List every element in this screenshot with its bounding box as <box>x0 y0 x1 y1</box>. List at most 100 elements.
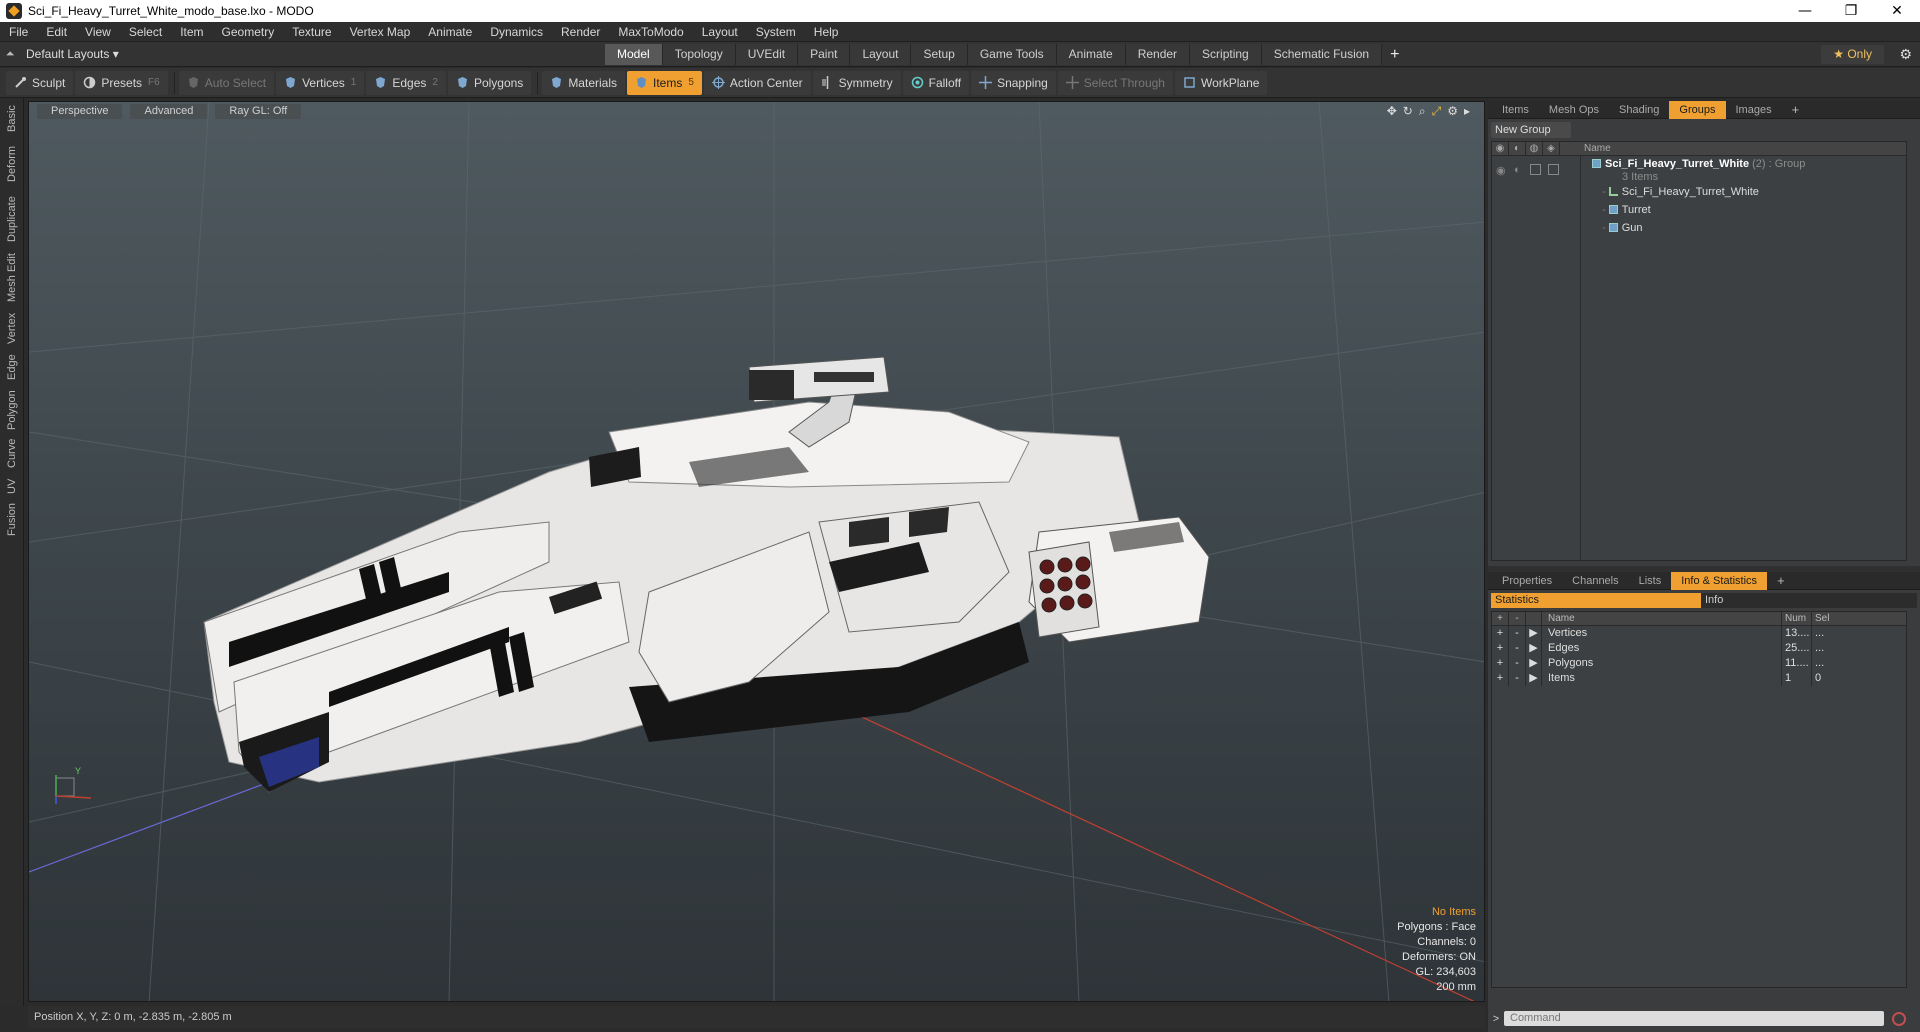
tab-uvedit[interactable]: UVEdit <box>735 44 799 65</box>
vertices-button[interactable]: Vertices 1 <box>276 70 365 95</box>
tab-topology[interactable]: Topology <box>662 44 736 65</box>
menu-animate[interactable]: Animate <box>419 25 481 39</box>
expand-arrow-icon[interactable]: ▶ <box>1526 671 1542 686</box>
fit-icon[interactable]: ⤢ <box>1432 104 1442 119</box>
add-panel-tab-button[interactable]: + <box>1782 101 1810 119</box>
tab-groups[interactable]: Groups <box>1669 100 1726 119</box>
vtab-curve[interactable]: Curve <box>0 434 24 470</box>
tab-lists[interactable]: Lists <box>1629 572 1672 590</box>
add-icon[interactable]: + <box>1492 656 1509 671</box>
3d-viewport[interactable]: Y Perspective Advanced Ray GL: Off ✥ ↻ ⌕… <box>28 101 1485 1002</box>
gear-icon[interactable]: ⚙ <box>1899 45 1912 64</box>
table-row[interactable]: + - ▶ Polygons 11.... ... <box>1492 656 1906 671</box>
expand-arrow-icon[interactable]: ▶ <box>1526 626 1542 641</box>
group-child-mesh[interactable]: - Sci_Fi_Heavy_Turret_White <box>1602 186 1759 201</box>
table-row[interactable]: + - ▶ Vertices 13.... ... <box>1492 626 1906 641</box>
vtab-polygon[interactable]: Polygon <box>0 384 24 432</box>
turret-model[interactable] <box>203 356 1210 793</box>
add-icon[interactable]: + <box>1492 671 1509 686</box>
zoom-icon[interactable]: ⌕ <box>1419 104 1426 119</box>
tab-mesh-ops[interactable]: Mesh Ops <box>1539 101 1609 119</box>
perspective-dropdown[interactable]: Perspective <box>37 103 123 119</box>
menu-layout[interactable]: Layout <box>693 25 747 39</box>
presets-button[interactable]: Presets F6 <box>75 70 168 95</box>
vtab-basic[interactable]: Basic <box>0 98 24 136</box>
add-panel-tab-button[interactable]: + <box>1767 572 1795 590</box>
menu-edit[interactable]: Edit <box>37 25 76 39</box>
expand-arrow-icon[interactable]: ▶ <box>1526 656 1542 671</box>
remove-icon[interactable]: - <box>1509 656 1526 671</box>
lock-column-icon[interactable]: ◍ <box>1526 141 1543 156</box>
select-column-icon[interactable]: ◈ <box>1543 141 1560 156</box>
polygons-button[interactable]: Polygons <box>447 70 532 95</box>
layout-dropdown[interactable]: Default Layouts ▾ <box>26 47 119 61</box>
action-center-button[interactable]: Action Center <box>703 70 811 95</box>
vtab-duplicate[interactable]: Duplicate <box>0 186 24 244</box>
scene-canvas[interactable]: Y <box>29 102 1485 1002</box>
vtab-fusion[interactable]: Fusion <box>0 498 24 538</box>
menu-render[interactable]: Render <box>552 25 609 39</box>
expand-arrow-icon[interactable]: ▸ <box>1464 104 1470 119</box>
menu-file[interactable]: File <box>0 25 37 39</box>
symmetry-button[interactable]: Symmetry <box>812 70 901 95</box>
remove-icon[interactable]: - <box>1509 626 1526 641</box>
snapping-button[interactable]: Snapping <box>971 70 1056 95</box>
tab-setup[interactable]: Setup <box>911 44 968 65</box>
pan-icon[interactable]: ✥ <box>1387 104 1397 119</box>
sculpt-button[interactable]: Sculpt <box>6 70 74 95</box>
record-macro-icon[interactable] <box>1892 1011 1906 1026</box>
add-tab-button[interactable]: + <box>1382 44 1407 65</box>
add-icon[interactable]: + <box>1492 641 1509 656</box>
menu-item[interactable]: Item <box>171 25 212 39</box>
menu-dynamics[interactable]: Dynamics <box>481 25 552 39</box>
group-render-toggle[interactable]: ◐ <box>1514 164 1521 176</box>
tab-shading[interactable]: Shading <box>1609 101 1669 119</box>
group-child-gun[interactable]: - Gun <box>1602 222 1643 237</box>
minimize-button[interactable]: — <box>1782 0 1828 22</box>
select-through-button[interactable]: Select Through <box>1057 70 1173 95</box>
expand-arrow-icon[interactable]: ▶ <box>1526 641 1542 656</box>
menu-help[interactable]: Help <box>805 25 848 39</box>
visibility-column-icon[interactable]: ◉ <box>1492 141 1509 156</box>
group-child-turret[interactable]: - Turret <box>1602 204 1651 219</box>
tab-scripting[interactable]: Scripting <box>1190 44 1262 65</box>
maximize-button[interactable]: ❐ <box>1828 0 1874 22</box>
raygl-toggle[interactable]: Ray GL: Off <box>215 103 302 119</box>
layout-up-icon[interactable]: ⏶ <box>0 48 20 61</box>
falloff-button[interactable]: Falloff <box>902 70 970 95</box>
viewport-settings-icon[interactable]: ⚙ <box>1447 104 1458 119</box>
tab-layout[interactable]: Layout <box>850 44 912 65</box>
remove-icon[interactable]: - <box>1509 641 1526 656</box>
new-group-button[interactable]: New Group <box>1491 122 1571 138</box>
workplane-button[interactable]: WorkPlane <box>1174 70 1268 95</box>
command-input[interactable]: Command <box>1504 1011 1884 1026</box>
auto-select-button[interactable]: Auto Select <box>178 70 275 95</box>
tab-properties[interactable]: Properties <box>1488 572 1562 590</box>
add-icon[interactable]: + <box>1492 626 1509 641</box>
remove-icon[interactable]: - <box>1509 671 1526 686</box>
group-select-toggle[interactable] <box>1548 164 1559 175</box>
edges-button[interactable]: Edges 2 <box>366 70 446 95</box>
collapse-all-header[interactable]: - <box>1509 612 1526 625</box>
tab-channels[interactable]: Channels <box>1562 572 1628 590</box>
items-button[interactable]: Items 5 <box>627 70 702 95</box>
tab-paint[interactable]: Paint <box>798 44 851 65</box>
shading-dropdown[interactable]: Advanced <box>130 103 208 119</box>
tab-animate[interactable]: Animate <box>1056 44 1126 65</box>
menu-texture[interactable]: Texture <box>283 25 340 39</box>
tab-render[interactable]: Render <box>1125 44 1191 65</box>
vtab-vertex[interactable]: Vertex <box>0 306 24 346</box>
tab-model[interactable]: Model <box>605 44 663 65</box>
tab-images[interactable]: Images <box>1726 101 1782 119</box>
menu-select[interactable]: Select <box>120 25 171 39</box>
subtab-statistics[interactable]: Statistics <box>1491 593 1701 608</box>
close-button[interactable]: ✕ <box>1874 0 1920 22</box>
tab-schematic-fusion[interactable]: Schematic Fusion <box>1261 44 1383 65</box>
menu-system[interactable]: System <box>747 25 805 39</box>
tab-game-tools[interactable]: Game Tools <box>967 44 1057 65</box>
vtab-edge[interactable]: Edge <box>0 348 24 382</box>
only-button[interactable]: ★ Only <box>1821 45 1884 64</box>
rotate-icon[interactable]: ↻ <box>1403 104 1413 119</box>
tab-items[interactable]: Items <box>1488 101 1539 119</box>
vtab-deform[interactable]: Deform <box>0 138 24 184</box>
